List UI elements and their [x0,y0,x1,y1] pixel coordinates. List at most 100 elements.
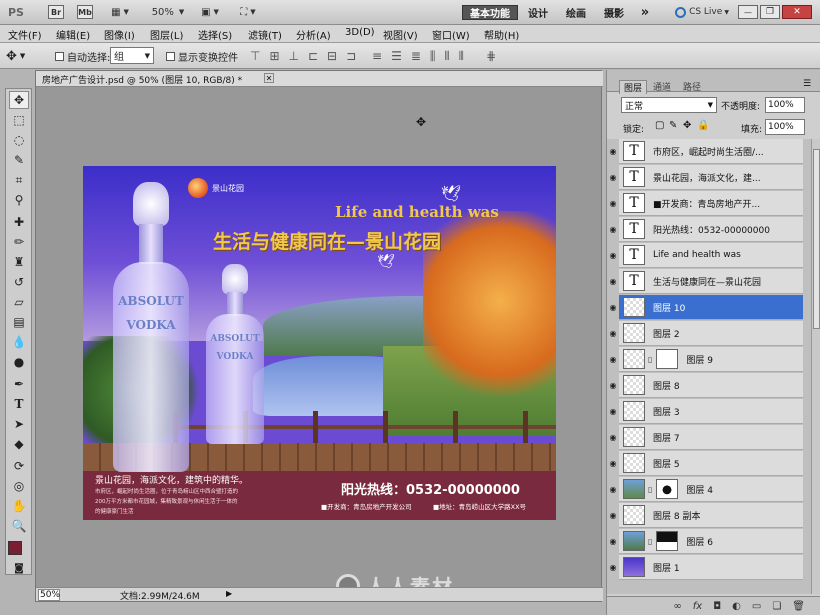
clone-stamp-tool-icon[interactable]: ♜ [9,253,29,271]
layer-row[interactable]: ◉ 图层 7 [610,425,803,450]
workspace-photography[interactable]: 摄影 [600,5,628,20]
lock-transparency-icon[interactable]: ▢ [655,120,664,131]
align-bottom-icon[interactable]: ⊥ [289,49,299,63]
mask-link-icon[interactable]: ▯ [648,485,652,494]
zoom-dropdown[interactable]: 50% ▼ [148,3,188,21]
layer-row[interactable]: ◉ ▯ 图层 6 [610,529,803,554]
menu-help[interactable]: 帮助(H) [484,27,519,42]
type-tool-icon[interactable]: T [9,395,29,413]
move-tool-preset[interactable]: ✥ ▼ [6,48,25,64]
align-right-icon[interactable]: ⊐ [346,49,356,63]
3d-orbit-tool-icon[interactable]: ◎ [9,477,29,495]
new-layer-icon[interactable]: ❏ [772,601,781,612]
layer-row[interactable]: ◉ ▯ 图层 4 [610,477,803,502]
mask-icon[interactable]: ◘ [713,601,721,612]
align-top-icon[interactable]: ⊤ [250,49,260,63]
visibility-eye-icon[interactable]: ◉ [608,373,618,398]
auto-select-checkbox[interactable] [55,51,64,61]
align-left-icon[interactable]: ⊏ [308,49,318,63]
eraser-tool-icon[interactable]: ▱ [9,293,29,311]
lock-position-icon[interactable]: ✥ [683,120,691,131]
tab-layers[interactable]: 图层 [619,80,648,94]
auto-align-icon[interactable]: ⋕ [486,48,496,64]
menu-file[interactable]: 文件(F) [8,27,42,42]
status-zoom[interactable]: 50% [38,589,60,601]
lock-all-icon[interactable]: 🔒 [697,120,709,131]
visibility-eye-icon[interactable]: ◉ [608,321,618,346]
distribute-top-icon[interactable]: ≡ [372,49,382,63]
distribute-right-icon[interactable]: ⫴ [459,49,464,64]
visibility-eye-icon[interactable]: ◉ [608,269,618,294]
status-menu-arrow-icon[interactable]: ▶ [226,589,232,598]
view-extras-dropdown[interactable]: ▦ ▼ [106,3,134,21]
layer-row[interactable]: ◉ T Life and health was [610,243,803,268]
auto-select-option[interactable]: 自动选择: [55,48,110,64]
blend-mode-dropdown[interactable]: 正常 ▼ [621,97,717,113]
visibility-eye-icon[interactable]: ◉ [608,165,618,190]
visibility-eye-icon[interactable]: ◉ [608,191,618,216]
lasso-tool-icon[interactable]: ◌ [9,131,29,149]
link-icon[interactable]: ∞ [673,601,681,612]
brush-tool-icon[interactable]: ✏ [9,233,29,251]
align-hcenter-icon[interactable]: ⊟ [327,49,337,63]
visibility-eye-icon[interactable]: ◉ [608,451,618,476]
layer-row[interactable]: ◉ T 生活与健康同在—景山花园 [610,269,803,294]
fill-input[interactable]: 100% [765,119,805,135]
distribute-hcenter-icon[interactable]: ⦀ [444,49,449,64]
visibility-eye-icon[interactable]: ◉ [608,399,618,424]
menu-edit[interactable]: 编辑(E) [56,27,90,42]
fx-icon[interactable]: fx [693,601,702,612]
mini-bridge-button[interactable]: Mb [77,5,93,19]
layer-row[interactable]: ◉ T ■开发商：青岛房地产开... [610,191,803,216]
visibility-eye-icon[interactable]: ◉ [608,243,618,268]
workspace-essentials[interactable]: 基本功能 [462,5,518,20]
quick-mask-icon[interactable]: ◙ [9,559,29,577]
workspace-painting[interactable]: 绘画 [562,5,590,20]
distribute-left-icon[interactable]: ⫼ [430,49,436,64]
eyedropper-tool-icon[interactable]: ⚲ [9,191,29,209]
menu-analysis[interactable]: 分析(A) [296,27,331,42]
menu-filter[interactable]: 滤镜(T) [248,27,282,42]
layer-row[interactable]: ◉ 图层 5 [610,451,803,476]
visibility-eye-icon[interactable]: ◉ [608,139,618,164]
panel-menu-icon[interactable]: ☰ [803,79,811,89]
align-vcenter-icon[interactable]: ⊞ [269,49,279,63]
layers-scrollbar[interactable] [811,139,820,594]
document-tab-close-icon[interactable]: ✕ [264,73,274,83]
auto-select-dropdown[interactable]: 组 ▼ [110,47,154,64]
quick-select-tool-icon[interactable]: ✎ [9,151,29,169]
layer-row[interactable]: ◉ 图层 8 [610,373,803,398]
layer-row[interactable]: ◉ T 阳光热线：0532-00000000 [610,217,803,242]
dodge-tool-icon[interactable]: ● [9,353,29,371]
menu-layer[interactable]: 图层(L) [150,27,183,42]
layer-row[interactable]: ◉ T 景山花园，海派文化，建... [610,165,803,190]
gradient-tool-icon[interactable]: ▤ [9,313,29,331]
document-tab[interactable]: 房地产广告设计.psd @ 50% (图层 10, RGB/8) * ✕ [36,71,603,87]
visibility-eye-icon[interactable]: ◉ [608,555,618,580]
layer-row[interactable]: ◉ ▯ 图层 9 [610,347,803,372]
show-transform-checkbox[interactable] [166,51,175,61]
shape-tool-icon[interactable]: ◆ [9,435,29,453]
path-select-tool-icon[interactable]: ➤ [9,415,29,433]
menu-3d[interactable]: 3D(D) [345,27,375,38]
visibility-eye-icon[interactable]: ◉ [608,477,618,502]
menu-select[interactable]: 选择(S) [198,27,232,42]
visibility-eye-icon[interactable]: ◉ [608,529,618,554]
minimize-button[interactable]: — [738,5,758,19]
visibility-eye-icon[interactable]: ◉ [608,217,618,242]
workspace-design[interactable]: 设计 [524,5,552,20]
menu-image[interactable]: 图像(I) [104,27,135,42]
tab-paths[interactable]: 路径 [683,80,701,93]
restore-button[interactable]: ❐ [760,5,780,19]
zoom-tool-icon[interactable]: 🔍 [9,517,29,535]
move-tool-icon[interactable]: ✥ [9,91,29,109]
layer-row[interactable]: ◉ T 市府区，崛起时尚生活圈/... [610,139,803,164]
hand-tool-icon[interactable]: ✋ [9,497,29,515]
layer-row[interactable]: ◉ 图层 2 [610,321,803,346]
layer-row[interactable]: ◉ 图层 1 [610,555,803,580]
bridge-button[interactable]: Br [48,5,64,19]
mask-link-icon[interactable]: ▯ [648,537,652,546]
blur-tool-icon[interactable]: 💧 [9,333,29,351]
adjustment-icon[interactable]: ◐ [732,601,741,612]
opacity-input[interactable]: 100% [765,97,805,113]
